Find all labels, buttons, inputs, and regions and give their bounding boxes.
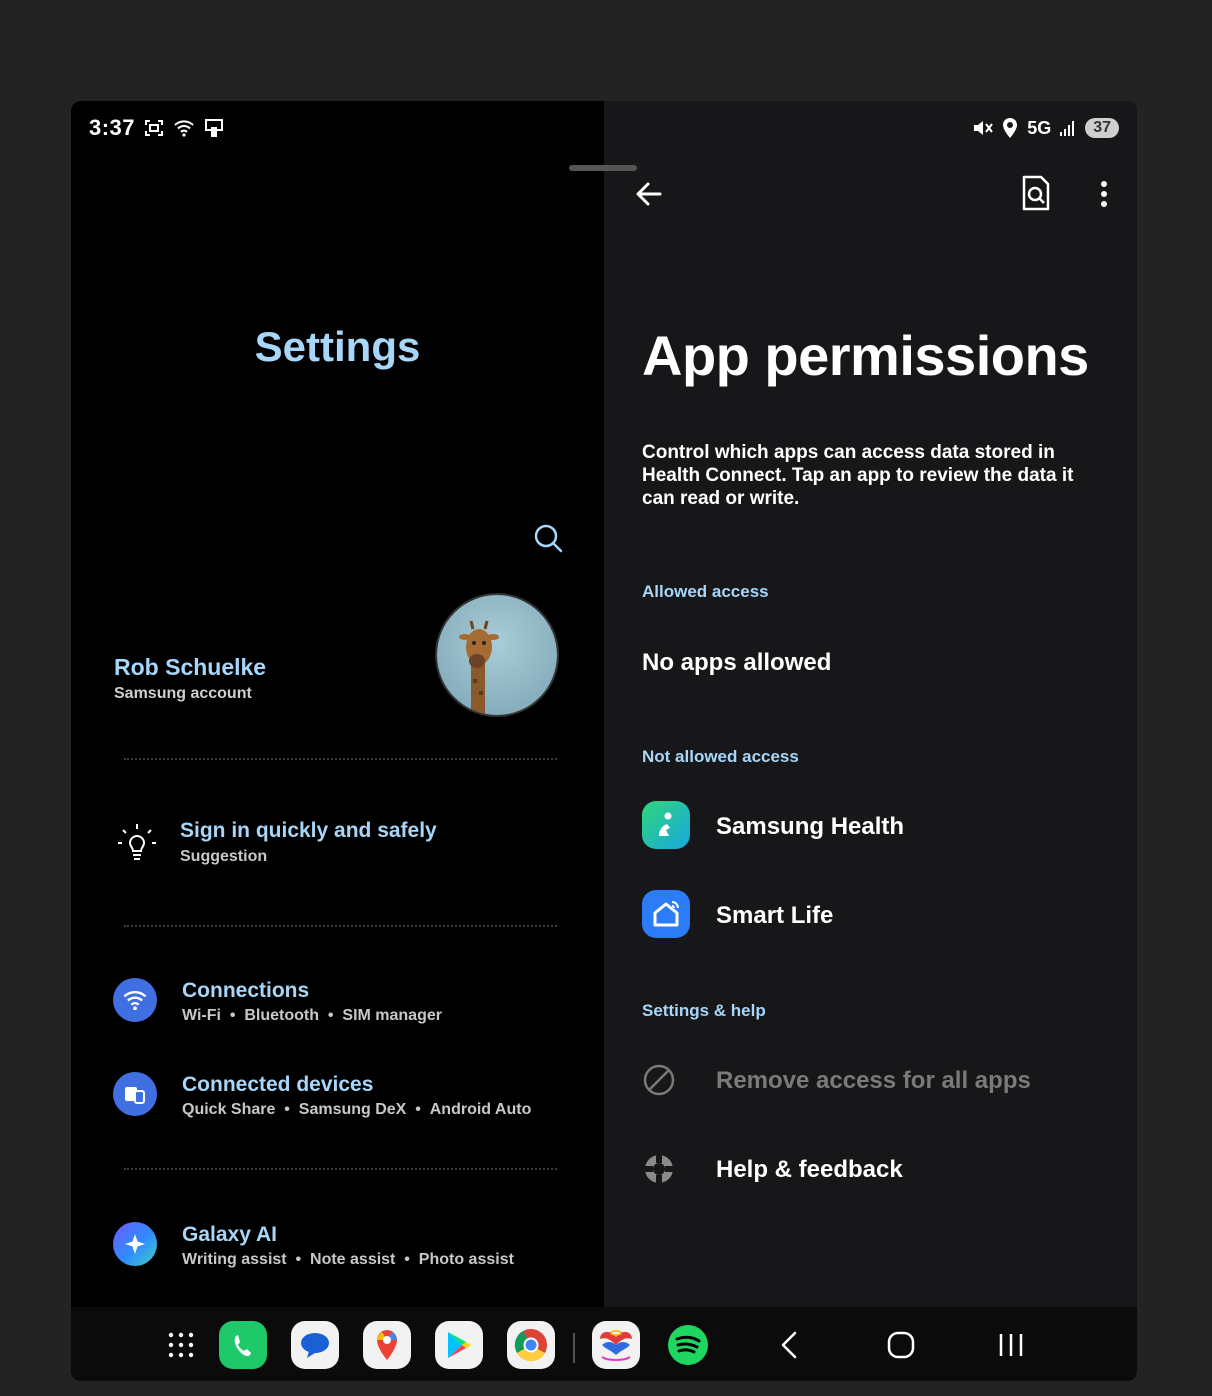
page-description: Control which apps can access data store… <box>642 442 1074 509</box>
battery-level: 37 <box>1085 118 1119 138</box>
divider <box>124 925 557 927</box>
suggestion-title: Sign in quickly and safely <box>180 819 437 842</box>
samsung-health-label: Samsung Health <box>716 813 905 840</box>
search-icon[interactable] <box>531 521 567 557</box>
settings-pane: 3:37 Settings Rob Schuelke Samsung accou… <box>71 101 604 1381</box>
chrome-icon[interactable] <box>507 1321 555 1369</box>
divider <box>124 758 557 760</box>
remove-access-label: Remove access for all apps <box>716 1067 1031 1094</box>
maps-icon[interactable] <box>363 1321 411 1369</box>
galaxy-ai-sparkle-icon <box>113 1222 157 1266</box>
section-header-settings-help: Settings & help <box>642 1001 766 1020</box>
network-type: 5G <box>1027 117 1052 138</box>
more-options-icon[interactable] <box>1094 177 1114 211</box>
device-screen: 3:37 Settings Rob Schuelke Samsung accou… <box>71 101 1137 1381</box>
signal-icon <box>1060 121 1075 136</box>
section-header-allowed: Allowed access <box>642 582 769 601</box>
nav-recents-icon[interactable] <box>993 1327 1029 1363</box>
app-permissions-pane: 5G 37 App permissions Control which apps… <box>604 101 1137 1381</box>
status-bar-left: 3:37 <box>89 115 225 141</box>
nav-back-icon[interactable] <box>773 1327 809 1363</box>
connected-devices-icon <box>113 1072 157 1116</box>
lightbulb-icon <box>118 824 156 860</box>
play-store-icon[interactable] <box>435 1321 483 1369</box>
phone-icon[interactable] <box>219 1321 267 1369</box>
suggestion-subtitle: Suggestion <box>180 848 268 865</box>
no-apps-allowed-text: No apps allowed <box>642 649 832 676</box>
section-header-not-allowed: Not allowed access <box>642 747 799 766</box>
cast-icon <box>205 119 224 137</box>
avatar[interactable] <box>435 593 559 717</box>
page-title: Settings <box>254 323 421 370</box>
help-feedback-label: Help & feedback <box>716 1156 903 1183</box>
profile-name: Rob Schuelke <box>114 654 267 680</box>
mute-icon <box>974 121 993 135</box>
apps-grid-icon[interactable] <box>157 1321 205 1369</box>
connected-devices-subtitle: Quick Share • Samsung DeX • Android Auto <box>182 1101 532 1118</box>
vital-water-icon[interactable] <box>592 1321 640 1369</box>
samsung-health-icon <box>642 801 690 849</box>
giraffe-avatar-image <box>437 595 557 715</box>
connections-subtitle: Wi-Fi • Bluetooth • SIM manager <box>182 1007 442 1024</box>
wifi-icon <box>174 120 194 137</box>
status-time: 3:37 <box>89 115 136 140</box>
connected-devices-title: Connected devices <box>182 1073 374 1096</box>
connections-title: Connections <box>182 979 310 1002</box>
split-drag-handle[interactable] <box>569 165 637 171</box>
back-arrow-icon[interactable] <box>632 177 666 211</box>
messages-icon[interactable] <box>291 1321 339 1369</box>
profile-subtitle: Samsung account <box>114 685 252 702</box>
galaxy-ai-title: Galaxy AI <box>182 1223 277 1246</box>
page-title: App permissions <box>642 324 1089 387</box>
location-icon <box>1003 118 1018 138</box>
dock-separator <box>573 1333 575 1363</box>
smart-life-label: Smart Life <box>716 902 834 929</box>
help-lifebuoy-icon <box>645 1155 673 1183</box>
search-document-icon[interactable] <box>1020 175 1052 211</box>
taskbar <box>71 1307 1137 1381</box>
galaxy-ai-subtitle: Writing assist • Note assist • Photo ass… <box>182 1251 514 1268</box>
connections-wifi-icon <box>113 978 157 1022</box>
status-bar-right: 5G 37 <box>971 117 1119 139</box>
block-icon <box>643 1064 675 1096</box>
screenshot-icon <box>145 120 164 136</box>
spotify-icon[interactable] <box>664 1321 712 1369</box>
smart-life-icon <box>642 890 690 938</box>
nav-home-icon[interactable] <box>883 1327 919 1363</box>
divider <box>124 1168 557 1170</box>
